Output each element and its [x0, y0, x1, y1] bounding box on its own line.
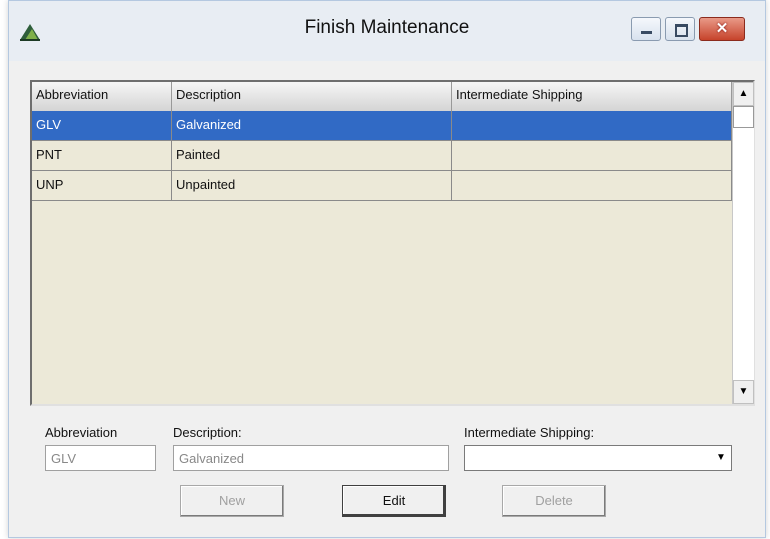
scroll-thumb[interactable]: [733, 106, 754, 128]
abbreviation-field[interactable]: [45, 445, 156, 471]
scroll-up-icon[interactable]: ▲: [733, 82, 754, 106]
cell-abbreviation: UNP: [32, 171, 172, 200]
close-button[interactable]: ✕: [699, 17, 745, 41]
minimize-button[interactable]: [631, 17, 661, 41]
scroll-down-icon[interactable]: ▼: [733, 380, 754, 404]
abbreviation-label: Abbreviation: [45, 425, 118, 440]
cell-description: Unpainted: [172, 171, 452, 200]
close-icon: ✕: [715, 20, 729, 37]
table-row[interactable]: UNP Unpainted: [32, 171, 732, 201]
new-button[interactable]: New: [180, 485, 284, 517]
chevron-down-icon[interactable]: ▼: [711, 446, 731, 470]
cell-intermediate-shipping: [452, 171, 732, 200]
column-header-description[interactable]: Description: [172, 82, 452, 111]
intermediate-shipping-select[interactable]: ▼: [464, 445, 732, 471]
intermediate-shipping-label: Intermediate Shipping:: [464, 425, 595, 440]
description-field[interactable]: [173, 445, 449, 471]
cell-abbreviation: PNT: [32, 141, 172, 170]
table-row[interactable]: GLV Galvanized: [32, 111, 732, 141]
column-header-intermediate-shipping[interactable]: Intermediate Shipping: [452, 82, 732, 111]
cell-abbreviation: GLV: [32, 111, 172, 140]
cell-intermediate-shipping: [452, 141, 732, 170]
title-bar: Finish Maintenance ✕: [9, 1, 765, 61]
grid-header: Abbreviation Description Intermediate Sh…: [32, 82, 732, 112]
finish-maintenance-window: Finish Maintenance ✕ Abbreviation Descri…: [8, 0, 766, 538]
table-row[interactable]: PNT Painted: [32, 141, 732, 171]
maximize-button[interactable]: [665, 17, 695, 41]
column-header-abbreviation[interactable]: Abbreviation: [32, 82, 172, 111]
finish-grid[interactable]: Abbreviation Description Intermediate Sh…: [30, 80, 755, 406]
vertical-scrollbar[interactable]: ▲ ▼: [732, 82, 754, 404]
delete-button[interactable]: Delete: [502, 485, 606, 517]
cell-description: Painted: [172, 141, 452, 170]
description-label: Description:: [173, 425, 242, 440]
edit-button[interactable]: Edit: [342, 485, 446, 517]
cell-intermediate-shipping: [452, 111, 732, 140]
cell-description: Galvanized: [172, 111, 452, 140]
